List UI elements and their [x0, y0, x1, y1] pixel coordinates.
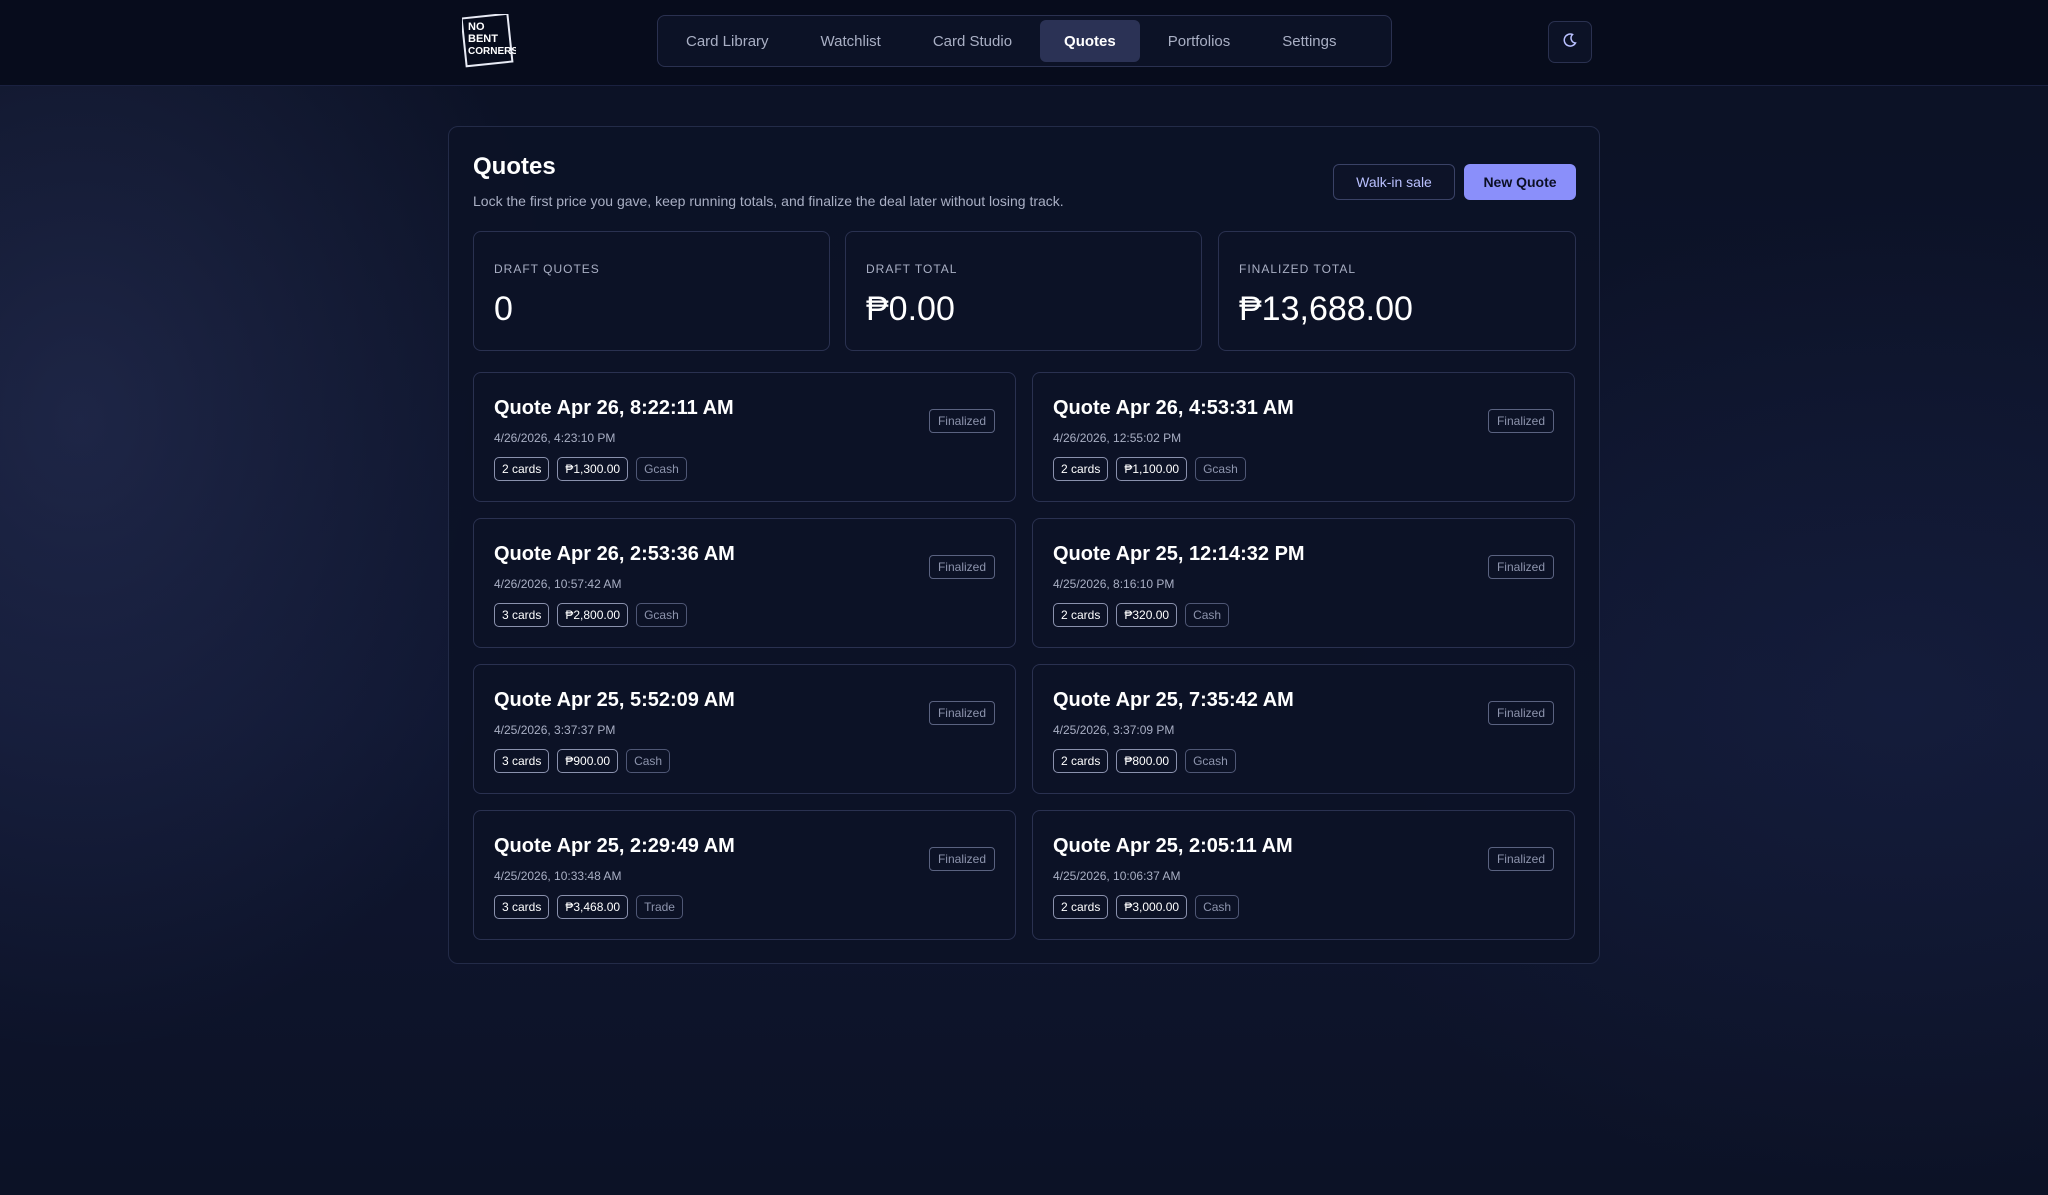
- quote-card[interactable]: Quote Apr 25, 5:52:09 AM 4/25/2026, 3:37:…: [473, 664, 1016, 794]
- svg-text:NO: NO: [468, 21, 485, 33]
- payment-method-tag: Gcash: [636, 603, 687, 627]
- quote-title: Quote Apr 25, 7:35:42 AM: [1053, 689, 1294, 711]
- nav-quotes[interactable]: Quotes: [1040, 20, 1140, 62]
- card-count-tag: 2 cards: [1053, 895, 1109, 919]
- stat-label: DRAFT QUOTES: [494, 262, 600, 276]
- quote-date: 4/25/2026, 8:16:10 PM: [1053, 577, 1175, 591]
- quote-title: Quote Apr 26, 8:22:11 AM: [494, 397, 734, 419]
- payment-method-tag: Gcash: [1195, 457, 1246, 481]
- svg-text:BENT: BENT: [468, 33, 498, 45]
- stat-draft-total: DRAFT TOTAL ₱0.00: [845, 231, 1202, 351]
- card-count-tag: 2 cards: [1053, 457, 1109, 481]
- main-nav: Card Library Watchlist Card Studio Quote…: [657, 15, 1392, 67]
- nav-card-studio[interactable]: Card Studio: [909, 20, 1036, 62]
- quote-title: Quote Apr 25, 12:14:32 PM: [1053, 543, 1305, 565]
- quote-tags: 2 cards ₱3,000.00 Cash: [1053, 895, 1240, 919]
- new-quote-button[interactable]: New Quote: [1464, 164, 1576, 200]
- quote-title: Quote Apr 25, 2:29:49 AM: [494, 835, 735, 857]
- svg-text:CORNERS: CORNERS: [468, 46, 516, 57]
- amount-tag: ₱900.00: [557, 749, 619, 773]
- quote-date: 4/26/2026, 10:57:42 AM: [494, 577, 622, 591]
- stat-value: ₱13,688.00: [1239, 290, 1413, 328]
- quote-tags: 2 cards ₱320.00 Cash: [1053, 603, 1230, 627]
- stat-draft-quotes: DRAFT QUOTES 0: [473, 231, 830, 351]
- page-subtitle: Lock the first price you gave, keep runn…: [473, 193, 1064, 209]
- quote-tags: 2 cards ₱1,100.00 Gcash: [1053, 457, 1246, 481]
- stat-value: 0: [494, 290, 513, 328]
- payment-method-tag: Cash: [1195, 895, 1240, 919]
- status-badge: Finalized: [1487, 555, 1554, 579]
- payment-method-tag: Cash: [626, 749, 671, 773]
- quote-date: 4/26/2026, 12:55:02 PM: [1053, 431, 1182, 445]
- card-count-tag: 2 cards: [1053, 603, 1109, 627]
- quote-tags: 3 cards ₱3,468.00 Trade: [494, 895, 683, 919]
- stat-value: ₱0.00: [866, 290, 955, 328]
- amount-tag: ₱3,468.00: [557, 895, 629, 919]
- top-bar: NO BENT CORNERS Card Library Watchlist C…: [0, 0, 2048, 86]
- quote-title: Quote Apr 26, 4:53:31 AM: [1053, 397, 1294, 419]
- card-count-tag: 2 cards: [494, 457, 550, 481]
- payment-method-tag: Gcash: [1185, 749, 1236, 773]
- nav-portfolios[interactable]: Portfolios: [1144, 20, 1255, 62]
- payment-method-tag: Cash: [1185, 603, 1230, 627]
- quote-tags: 2 cards ₱1,300.00 Gcash: [494, 457, 687, 481]
- amount-tag: ₱1,100.00: [1116, 457, 1188, 481]
- moon-icon: [1563, 32, 1577, 52]
- quote-card[interactable]: Quote Apr 25, 7:35:42 AM 4/25/2026, 3:37:…: [1032, 664, 1575, 794]
- quote-card[interactable]: Quote Apr 26, 2:53:36 AM 4/26/2026, 10:57…: [473, 518, 1016, 648]
- status-badge: Finalized: [928, 555, 995, 579]
- nav-watchlist[interactable]: Watchlist: [797, 20, 905, 62]
- status-badge: Finalized: [928, 701, 995, 725]
- quote-date: 4/25/2026, 3:37:37 PM: [494, 723, 616, 737]
- quote-date: 4/25/2026, 10:06:37 AM: [1053, 869, 1181, 883]
- payment-method-tag: Trade: [636, 895, 683, 919]
- quote-card[interactable]: Quote Apr 26, 4:53:31 AM 4/26/2026, 12:55…: [1032, 372, 1575, 502]
- theme-toggle-button[interactable]: [1548, 21, 1592, 63]
- amount-tag: ₱2,800.00: [557, 603, 629, 627]
- nav-card-library[interactable]: Card Library: [662, 20, 793, 62]
- quote-tags: 3 cards ₱900.00 Cash: [494, 749, 671, 773]
- status-badge: Finalized: [928, 847, 995, 871]
- card-count-tag: 3 cards: [494, 749, 550, 773]
- payment-method-tag: Gcash: [636, 457, 687, 481]
- quote-card[interactable]: Quote Apr 25, 2:05:11 AM 4/25/2026, 10:06…: [1032, 810, 1575, 940]
- amount-tag: ₱1,300.00: [557, 457, 629, 481]
- status-badge: Finalized: [1487, 701, 1554, 725]
- nav-settings[interactable]: Settings: [1258, 20, 1360, 62]
- amount-tag: ₱800.00: [1116, 749, 1178, 773]
- page-title: Quotes: [473, 153, 556, 180]
- amount-tag: ₱320.00: [1116, 603, 1178, 627]
- card-count-tag: 2 cards: [1053, 749, 1109, 773]
- quotes-panel: Quotes Lock the first price you gave, ke…: [448, 126, 1600, 964]
- quote-title: Quote Apr 25, 5:52:09 AM: [494, 689, 735, 711]
- quote-card[interactable]: Quote Apr 25, 12:14:32 PM 4/25/2026, 8:16…: [1032, 518, 1575, 648]
- quote-date: 4/26/2026, 4:23:10 PM: [494, 431, 616, 445]
- card-count-tag: 3 cards: [494, 895, 550, 919]
- status-badge: Finalized: [928, 409, 995, 433]
- quote-title: Quote Apr 26, 2:53:36 AM: [494, 543, 735, 565]
- quote-card[interactable]: Quote Apr 25, 2:29:49 AM 4/25/2026, 10:33…: [473, 810, 1016, 940]
- walk-in-sale-button[interactable]: Walk-in sale: [1333, 164, 1455, 200]
- quote-title: Quote Apr 25, 2:05:11 AM: [1053, 835, 1293, 857]
- status-badge: Finalized: [1487, 847, 1554, 871]
- card-count-tag: 3 cards: [494, 603, 550, 627]
- brand-logo[interactable]: NO BENT CORNERS: [460, 12, 518, 68]
- status-badge: Finalized: [1487, 409, 1554, 433]
- stat-label: FINALIZED TOTAL: [1239, 262, 1357, 276]
- quote-card[interactable]: Quote Apr 26, 8:22:11 AM 4/26/2026, 4:23:…: [473, 372, 1016, 502]
- quote-tags: 3 cards ₱2,800.00 Gcash: [494, 603, 687, 627]
- quote-date: 4/25/2026, 3:37:09 PM: [1053, 723, 1175, 737]
- stat-label: DRAFT TOTAL: [866, 262, 958, 276]
- stat-finalized-total: FINALIZED TOTAL ₱13,688.00: [1218, 231, 1576, 351]
- amount-tag: ₱3,000.00: [1116, 895, 1188, 919]
- quote-tags: 2 cards ₱800.00 Gcash: [1053, 749, 1236, 773]
- quote-date: 4/25/2026, 10:33:48 AM: [494, 869, 622, 883]
